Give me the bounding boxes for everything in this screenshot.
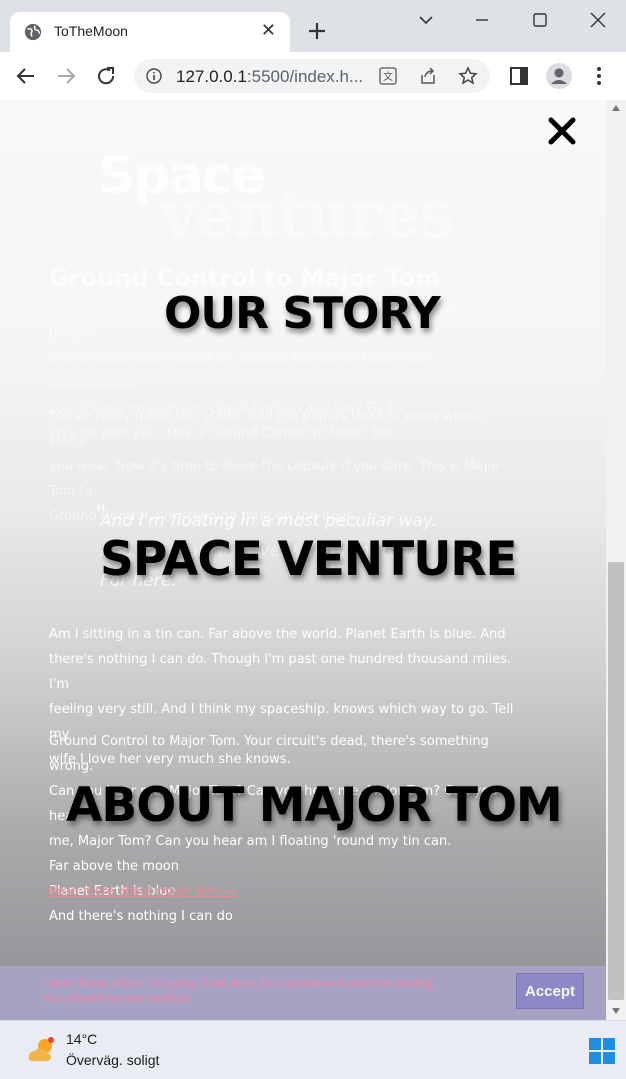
accept-cookies-button[interactable]: Accept <box>516 973 584 1009</box>
maximize-icon[interactable] <box>530 10 550 30</box>
taskbar: 14°C Överväg. soligt <box>0 1020 626 1079</box>
bookmark-star-icon[interactable] <box>458 66 478 86</box>
globe-icon <box>24 23 42 41</box>
site-info-icon[interactable] <box>146 68 162 84</box>
reload-icon[interactable] <box>94 64 118 88</box>
browser-tab-strip: ToTheMoon ✕ <box>0 0 626 52</box>
logo-ventures: ventures <box>160 178 454 251</box>
close-tab-icon[interactable]: ✕ <box>261 20 276 41</box>
back-arrow-icon[interactable] <box>14 64 38 88</box>
side-panel-icon[interactable] <box>508 65 530 87</box>
tab-search-chevron-icon[interactable] <box>416 10 436 30</box>
translate-icon[interactable]: 文 <box>378 66 398 86</box>
address-bar[interactable]: 127.0.0.1:5500/index.h... 文 <box>134 59 490 93</box>
menu-item-space-venture[interactable]: SPACE VENTURE <box>100 532 518 587</box>
scrollbar-thumb[interactable] <box>608 562 624 1000</box>
browser-tab[interactable]: ToTheMoon ✕ <box>10 12 290 52</box>
menu-dots-icon[interactable] <box>588 65 610 87</box>
forward-arrow-icon[interactable] <box>54 64 78 88</box>
tab-title: ToTheMoon <box>54 23 128 39</box>
share-icon[interactable] <box>418 66 438 86</box>
menu-item-about-major-tom[interactable]: ABOUT MAJOR TOM <box>66 778 563 833</box>
weather-partly-sunny-icon[interactable] <box>26 1035 58 1065</box>
read-more-link[interactable]: Read more about major Tom⟶ <box>49 884 236 898</box>
cookie-banner: I don't know where I'm going from here, … <box>0 966 606 1020</box>
close-menu-icon[interactable] <box>545 114 579 148</box>
scroll-down-arrow-icon[interactable] <box>611 1007 621 1015</box>
minimize-icon[interactable] <box>472 10 492 30</box>
profile-avatar-icon[interactable] <box>545 62 573 90</box>
svg-text:文: 文 <box>383 70 393 83</box>
window-close-icon[interactable] <box>588 10 608 30</box>
cookie-message: I don't know where I'm going from here, … <box>42 978 436 1005</box>
browser-toolbar: 127.0.0.1:5500/index.h... 文 <box>0 52 626 101</box>
scroll-up-arrow-icon[interactable] <box>611 104 621 112</box>
windows-start-icon[interactable] <box>588 1037 616 1065</box>
new-tab-icon[interactable] <box>306 20 328 42</box>
weather-temperature[interactable]: 14°C <box>66 1031 97 1047</box>
weather-condition[interactable]: Överväg. soligt <box>66 1052 159 1068</box>
url-text: 127.0.0.1:5500/index.h... <box>176 67 364 86</box>
menu-item-our-story[interactable]: OUR STORY <box>164 288 441 339</box>
page-viewport: Space ventures Ground Control to Major T… <box>0 100 606 1020</box>
